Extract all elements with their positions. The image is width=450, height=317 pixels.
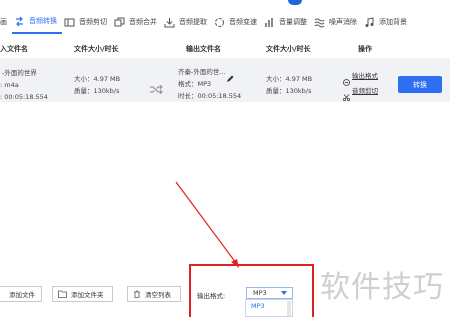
format-dropdown: MP3 (245, 299, 293, 317)
clear-list-button[interactable]: 清空列表 (127, 286, 181, 302)
dropdown-scrollbar[interactable] (287, 301, 291, 316)
clear-list-label: 清空列表 (145, 291, 171, 299)
add-file-button[interactable]: 添加文件 (0, 286, 42, 302)
add-folder-button[interactable]: 添加文件夹 (52, 286, 113, 302)
select-value: MP3 (253, 289, 267, 297)
trash-icon (133, 290, 141, 298)
folder-icon (58, 290, 67, 298)
output-format-select[interactable]: MP3 (246, 287, 293, 299)
output-format-label: 输出格式: (197, 292, 226, 300)
add-folder-label: 添加文件夹 (71, 291, 104, 299)
add-file-label: 添加文件 (9, 291, 35, 299)
watermark: 软件技巧 (320, 270, 444, 305)
dropdown-option-mp3[interactable]: MP3 (251, 302, 265, 310)
chevron-down-icon (281, 291, 287, 295)
